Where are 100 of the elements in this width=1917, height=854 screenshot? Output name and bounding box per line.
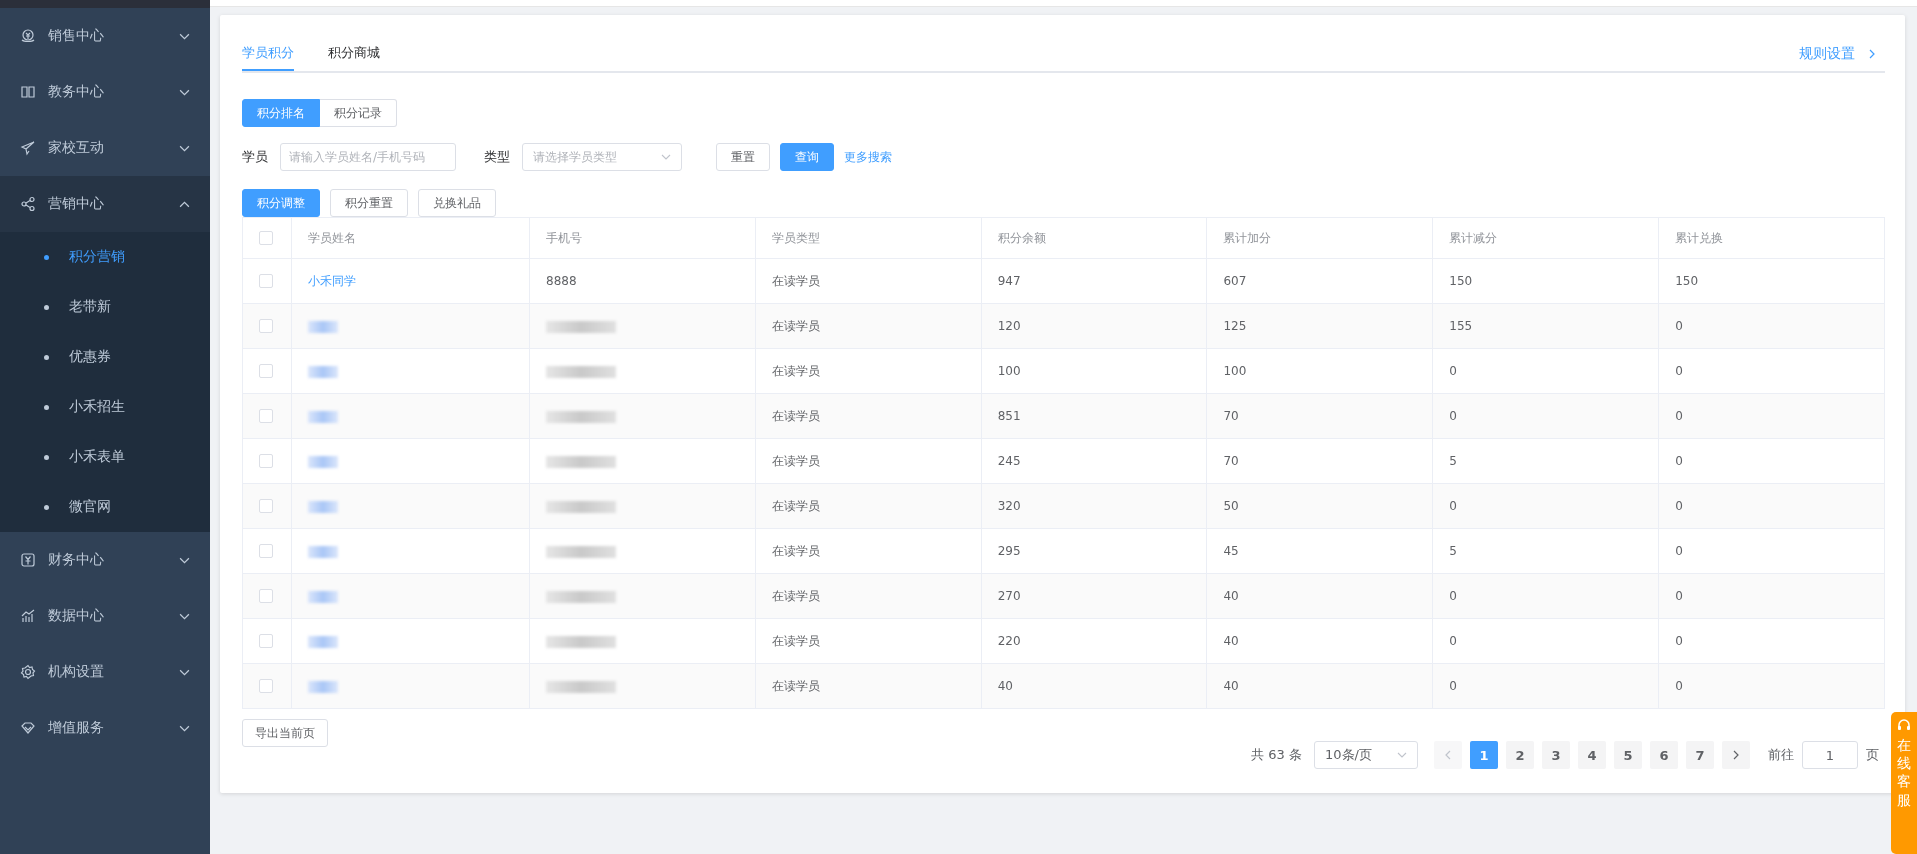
goto-label: 前往 [1768, 746, 1794, 764]
column-header: 累计兑换 [1675, 230, 1724, 245]
export-button[interactable]: 导出当前页 [242, 719, 328, 747]
action-button[interactable]: 积分重置 [330, 189, 408, 217]
money-icon [20, 28, 36, 44]
diamond-icon [20, 720, 36, 736]
table-cell: 在读学员 [771, 363, 820, 378]
menu-item[interactable]: 教务中心 [0, 64, 210, 120]
table-cell: 0 [1449, 499, 1457, 513]
table-cell: 0 [1675, 544, 1683, 558]
chart-icon [20, 608, 36, 624]
gear-icon [20, 664, 36, 680]
page-button[interactable]: 4 [1578, 741, 1606, 769]
table-cell: 0 [1675, 364, 1683, 378]
table-cell: 270 [997, 589, 1021, 603]
table-cell: 0 [1675, 679, 1683, 693]
redacted-phone [546, 635, 616, 648]
table-cell: 220 [997, 634, 1021, 648]
next-page-button[interactable] [1722, 741, 1750, 769]
table-cell: 0 [1449, 679, 1457, 693]
table-cell: 在读学员 [771, 273, 820, 288]
page-button[interactable]: 6 [1650, 741, 1678, 769]
table-cell: 50 [1223, 499, 1239, 513]
chevron-down-icon [1397, 750, 1407, 760]
goto-page-field[interactable]: 1 [1802, 741, 1858, 769]
table-cell: 0 [1449, 634, 1457, 648]
redacted-phone [546, 590, 616, 603]
share-icon [20, 196, 36, 212]
menu-item[interactable]: 增值服务 [0, 700, 210, 756]
redacted-phone [546, 455, 616, 468]
row-checkbox[interactable] [259, 274, 273, 289]
table-cell: 947 [997, 274, 1021, 288]
column-header: 累计加分 [1223, 230, 1272, 245]
table-cell: 0 [1675, 409, 1683, 423]
table-cell: 在读学员 [771, 678, 820, 693]
action-button[interactable]: 兑换礼品 [418, 189, 496, 217]
table-cell: 5 [1449, 454, 1457, 468]
page-unit-label: 页 [1866, 746, 1879, 764]
segment-button[interactable]: 积分记录 [320, 99, 397, 127]
table-cell: 150 [1449, 274, 1473, 288]
page-button[interactable]: 5 [1614, 741, 1642, 769]
table-cell: 在读学员 [771, 453, 820, 468]
row-checkbox[interactable] [259, 499, 273, 514]
chevron-right-icon [1731, 750, 1741, 760]
table-cell: 607 [1223, 274, 1247, 288]
menu-item[interactable]: 家校互动 [0, 120, 210, 176]
table-cell: 在读学员 [771, 543, 820, 558]
table-cell: 8888 [546, 274, 577, 288]
table-cell: 在读学员 [771, 498, 820, 513]
page-size-select[interactable]: 10条/页 [1314, 741, 1418, 769]
redacted-phone [546, 320, 616, 333]
chevron-left-icon [1443, 750, 1453, 760]
column-header: 积分余额 [997, 230, 1046, 245]
type-label: 类型 [484, 148, 510, 166]
table-cell: 0 [1675, 454, 1683, 468]
column-header: 手机号 [546, 230, 582, 245]
table-cell: 0 [1449, 589, 1457, 603]
row-checkbox[interactable] [259, 634, 273, 649]
tab[interactable]: 积分商城 [328, 37, 380, 71]
table-cell: 0 [1675, 319, 1683, 333]
menu-item[interactable]: 数据中心 [0, 588, 210, 644]
redacted-phone [546, 410, 616, 423]
redacted-phone [546, 545, 616, 558]
menu-item[interactable]: 机构设置 [0, 644, 210, 700]
row-checkbox[interactable] [259, 319, 273, 334]
row-checkbox[interactable] [259, 409, 273, 424]
row-checkbox[interactable] [259, 589, 273, 604]
submenu-item[interactable]: 小禾招生 [0, 382, 210, 432]
table-cell: 0 [1675, 634, 1683, 648]
table-cell: 在读学员 [771, 318, 820, 333]
table-cell: 70 [1223, 454, 1239, 468]
menu-item[interactable]: 营销中心 [0, 176, 210, 232]
chevron-down-icon [661, 152, 671, 162]
table-cell: 100 [997, 364, 1021, 378]
row-checkbox[interactable] [259, 544, 273, 559]
table-cell: 40 [1223, 679, 1239, 693]
table-cell: 320 [997, 499, 1021, 513]
table-cell: 45 [1223, 544, 1239, 558]
page-button[interactable]: 2 [1506, 741, 1534, 769]
row-checkbox[interactable] [259, 364, 273, 379]
student-search-field[interactable]: 请输入学员姓名/手机号码 [280, 143, 456, 171]
prev-page-button[interactable] [1434, 741, 1462, 769]
yen-icon [20, 552, 36, 568]
submenu-item[interactable]: 老带新 [0, 282, 210, 332]
submenu-item[interactable]: 小禾表单 [0, 432, 210, 482]
row-checkbox[interactable] [259, 679, 273, 694]
row-checkbox[interactable] [259, 454, 273, 469]
table-cell: 100 [1223, 364, 1247, 378]
submenu-item[interactable]: 积分营销 [0, 232, 210, 282]
page-button[interactable]: 3 [1542, 741, 1570, 769]
menu-item[interactable]: 销售中心 [0, 8, 210, 64]
select-all-checkbox[interactable] [259, 231, 273, 246]
reset-button[interactable]: 重置 [716, 143, 770, 171]
submenu-item[interactable]: 微官网 [0, 482, 210, 532]
page-button[interactable]: 7 [1686, 741, 1714, 769]
table-cell: 70 [1223, 409, 1239, 423]
submenu-item[interactable]: 优惠券 [0, 332, 210, 382]
menu-item[interactable]: 财务中心 [0, 532, 210, 588]
table-cell: 0 [1449, 364, 1457, 378]
online-service-label: 在线客服 [1897, 736, 1911, 809]
